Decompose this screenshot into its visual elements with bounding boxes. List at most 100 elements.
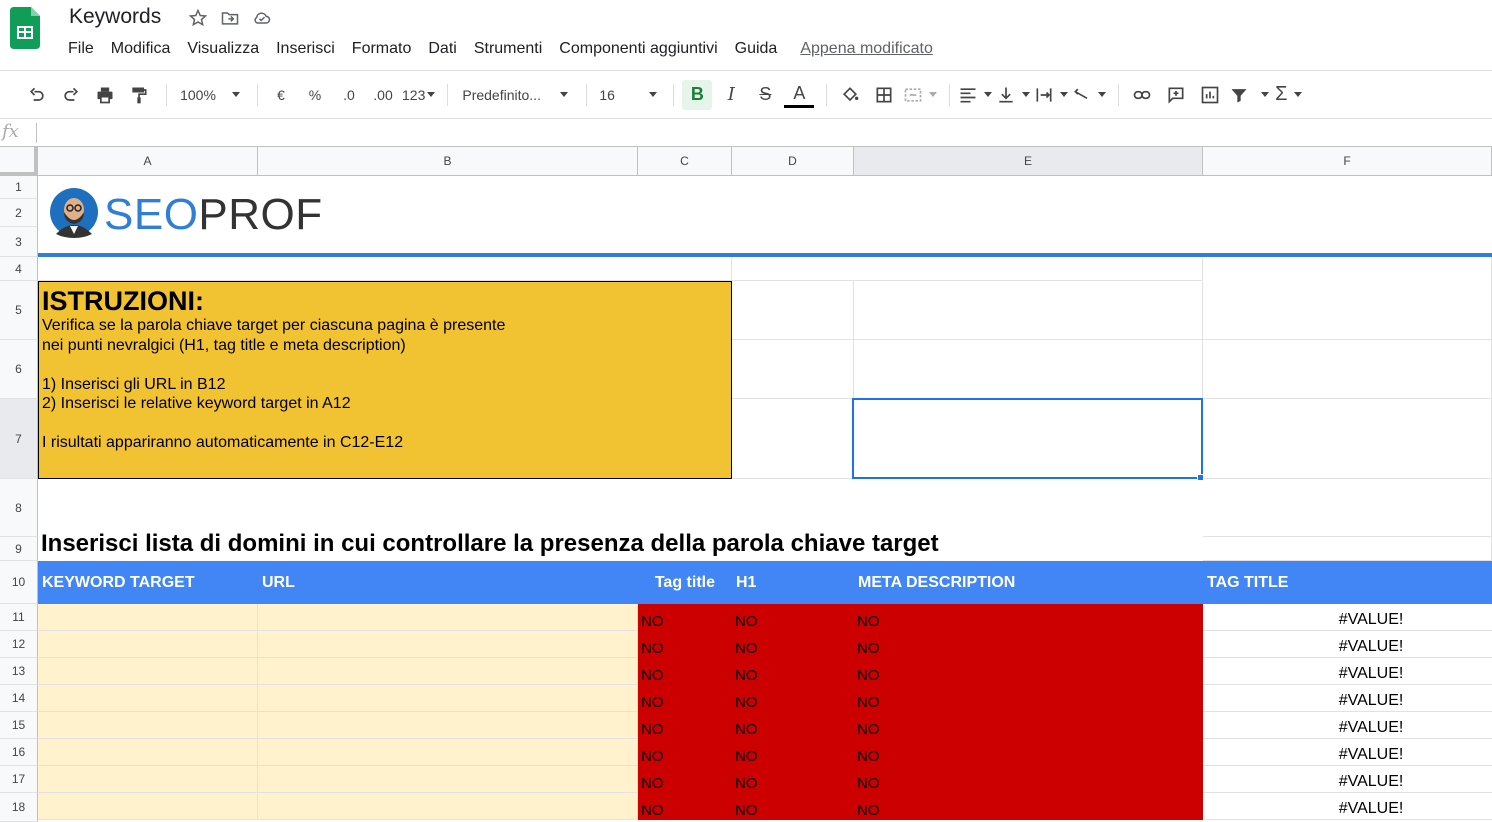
column-header-f[interactable]: F (1203, 147, 1492, 176)
cloud-saved-icon[interactable] (252, 8, 272, 28)
decrease-decimals-button[interactable]: .0 (334, 80, 364, 110)
text-rotation-button[interactable] (1072, 80, 1107, 110)
row-header[interactable]: 4 (0, 257, 38, 281)
grid-cell[interactable] (732, 340, 854, 399)
row-header[interactable]: 5 (0, 281, 38, 340)
result-cell[interactable]: NO (638, 793, 732, 820)
result-cell[interactable]: NO (732, 712, 854, 739)
star-icon[interactable] (188, 8, 208, 28)
result-cell[interactable]: NO (638, 604, 732, 631)
filter-button[interactable] (1229, 80, 1270, 110)
menu-edit[interactable]: Modifica (111, 40, 171, 58)
grid-cell[interactable] (1203, 479, 1492, 537)
grid-cell[interactable] (1203, 340, 1492, 399)
input-cell[interactable] (38, 739, 258, 766)
result-cell[interactable]: NO (854, 631, 1203, 658)
row-header[interactable]: 6 (0, 340, 38, 399)
grid-cell[interactable] (732, 281, 854, 340)
column-header-a[interactable]: A (38, 147, 258, 176)
header-meta-description[interactable]: META DESCRIPTION (854, 561, 1203, 604)
insert-chart-button[interactable] (1195, 80, 1225, 110)
sheets-logo-icon[interactable] (10, 7, 40, 49)
result-cell[interactable]: NO (732, 658, 854, 685)
column-header-d[interactable]: D (732, 147, 854, 176)
move-folder-icon[interactable] (220, 8, 240, 28)
result-cell[interactable]: NO (854, 685, 1203, 712)
input-cell[interactable] (258, 766, 638, 793)
text-color-button[interactable]: A (784, 82, 815, 108)
menu-format[interactable]: Formato (352, 40, 412, 58)
row-header[interactable]: 3 (0, 227, 38, 257)
result-cell[interactable]: NO (638, 739, 732, 766)
input-cell[interactable] (38, 712, 258, 739)
result-cell[interactable]: NO (732, 739, 854, 766)
input-cell[interactable] (38, 658, 258, 685)
input-cell[interactable] (258, 739, 638, 766)
input-cell[interactable] (258, 712, 638, 739)
zoom-select[interactable]: 100% (175, 80, 245, 110)
error-cell[interactable]: #VALUE! (1203, 658, 1492, 685)
row-header[interactable]: 9 (0, 537, 38, 561)
header-url[interactable]: URL (258, 561, 638, 604)
document-title[interactable]: Keywords (69, 5, 161, 29)
header-h1[interactable]: H1 (732, 561, 854, 604)
fill-color-button[interactable] (835, 80, 865, 110)
print-button[interactable] (90, 80, 120, 110)
borders-button[interactable] (869, 80, 899, 110)
error-cell[interactable]: #VALUE! (1203, 793, 1492, 820)
input-cell[interactable] (38, 604, 258, 631)
grid-cell[interactable] (1203, 399, 1492, 479)
input-cell[interactable] (38, 685, 258, 712)
increase-decimals-button[interactable]: .00 (368, 80, 398, 110)
row-header[interactable]: 17 (0, 766, 38, 793)
result-cell[interactable]: NO (732, 685, 854, 712)
input-cell[interactable] (38, 631, 258, 658)
header-tag-title[interactable]: Tag title (638, 561, 732, 604)
text-wrap-button[interactable] (1034, 80, 1069, 110)
column-header-c[interactable]: C (638, 147, 732, 176)
menu-help[interactable]: Guida (735, 40, 778, 58)
grid-cell[interactable] (732, 257, 1203, 281)
instructions-box[interactable]: ISTRUZIONI: Verifica se la parola chiave… (38, 281, 732, 479)
header-tag-title-f[interactable]: TAG TITLE (1203, 561, 1492, 604)
input-cell[interactable] (38, 766, 258, 793)
grid-cell[interactable] (1203, 257, 1492, 340)
result-cell[interactable]: NO (854, 658, 1203, 685)
strikethrough-button[interactable]: S (750, 80, 780, 110)
result-cell[interactable]: NO (854, 766, 1203, 793)
column-header-b[interactable]: B (258, 147, 638, 176)
undo-button[interactable] (22, 80, 52, 110)
result-cell[interactable]: NO (732, 766, 854, 793)
menu-tools[interactable]: Strumenti (474, 40, 542, 58)
grid-cell[interactable] (854, 340, 1203, 399)
error-cell[interactable]: #VALUE! (1203, 712, 1492, 739)
result-cell[interactable]: NO (732, 793, 854, 820)
more-formats-select[interactable]: 123 (402, 80, 436, 110)
menu-view[interactable]: Visualizza (187, 40, 259, 58)
last-edit-link[interactable]: Appena modificato (800, 40, 933, 58)
row-header[interactable]: 7 (0, 399, 38, 479)
header-keyword-target[interactable]: KEYWORD TARGET (38, 561, 258, 604)
grid-cell[interactable] (732, 399, 854, 479)
horizontal-align-button[interactable] (958, 80, 993, 110)
error-cell[interactable]: #VALUE! (1203, 766, 1492, 793)
error-cell[interactable]: #VALUE! (1203, 739, 1492, 766)
error-cell[interactable]: #VALUE! (1203, 604, 1492, 631)
formula-input[interactable] (44, 124, 1484, 144)
row-header[interactable]: 13 (0, 658, 38, 685)
row-header[interactable]: 14 (0, 685, 38, 712)
bold-button[interactable]: B (682, 79, 713, 110)
result-cell[interactable]: NO (638, 766, 732, 793)
result-cell[interactable]: NO (638, 631, 732, 658)
menu-data[interactable]: Dati (428, 40, 456, 58)
fill-handle[interactable] (1197, 474, 1204, 481)
error-cell[interactable]: #VALUE! (1203, 631, 1492, 658)
result-cell[interactable]: NO (854, 793, 1203, 820)
menu-file[interactable]: File (68, 40, 94, 58)
merge-cells-button[interactable] (903, 80, 938, 110)
font-size-select[interactable]: 16 (595, 80, 661, 110)
insert-comment-button[interactable] (1161, 80, 1191, 110)
currency-button[interactable]: € (266, 80, 296, 110)
insert-link-button[interactable] (1127, 80, 1157, 110)
error-cell[interactable]: #VALUE! (1203, 685, 1492, 712)
